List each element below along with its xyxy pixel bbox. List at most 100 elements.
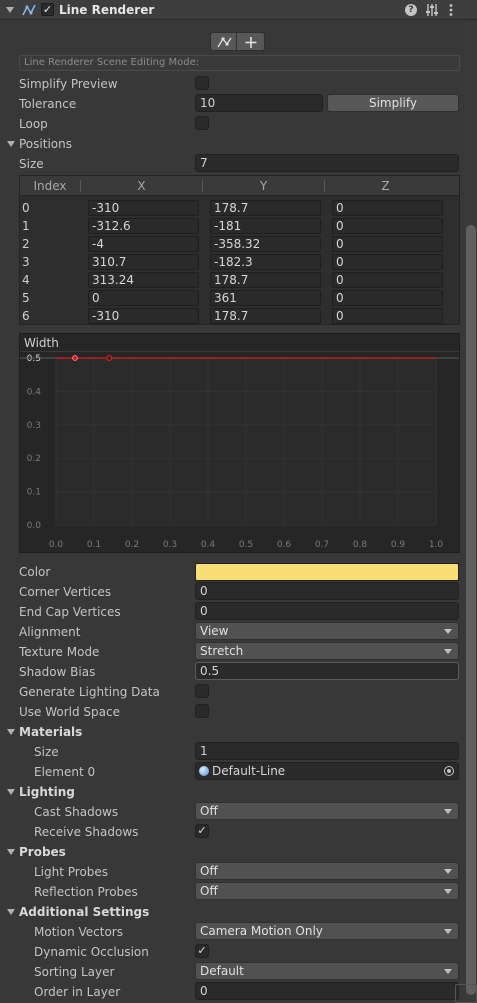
position-z-field[interactable]: 0	[332, 308, 443, 324]
additional-settings-foldout[interactable]: Additional Settings	[19, 902, 149, 922]
position-z-field[interactable]: 0	[332, 290, 443, 306]
end-cap-vertices-label: End Cap Vertices	[19, 605, 121, 619]
position-y-field[interactable]: -358.32	[210, 236, 321, 252]
column-header-z[interactable]: Z	[325, 176, 446, 196]
dynamic-occlusion-checkbox[interactable]: ✓	[195, 944, 209, 958]
position-z-field[interactable]: 0	[332, 254, 443, 270]
light-probes-label: Light Probes	[34, 865, 109, 879]
positions-table: Index X Y Z 0 -310 178.7 0 1 -312.6 -181…	[19, 175, 460, 325]
motion-vectors-dropdown[interactable]: Camera Motion Only	[195, 922, 459, 940]
material-icon	[199, 766, 209, 776]
generate-lighting-data-checkbox[interactable]	[195, 684, 209, 698]
help-icon[interactable]: ?	[405, 4, 417, 16]
position-y-field[interactable]: 178.7	[210, 200, 321, 216]
tolerance-field[interactable]: 10	[195, 94, 323, 112]
context-menu-icon[interactable]	[448, 3, 454, 17]
position-y-field[interactable]: 361	[210, 290, 321, 306]
simplify-button[interactable]: Simplify	[327, 94, 459, 112]
table-row[interactable]: 3 310.7 -182.3 0	[20, 253, 459, 271]
lighting-foldout[interactable]: Lighting	[19, 782, 75, 802]
position-z-field[interactable]: 0	[332, 218, 443, 234]
cast-shadows-value: Off	[200, 804, 218, 818]
curve-x-tick-label: 0.9	[391, 540, 406, 550]
collapse-triangle-icon[interactable]	[6, 7, 14, 13]
end-cap-vertices-field[interactable]: 0	[195, 602, 459, 620]
light-probes-value: Off	[200, 864, 218, 878]
column-header-x[interactable]: X	[81, 176, 202, 196]
table-row[interactable]: 1 -312.6 -181 0	[20, 217, 459, 235]
position-y-field[interactable]: -182.3	[210, 254, 321, 270]
materials-foldout[interactable]: Materials	[19, 722, 82, 742]
position-x-field[interactable]: -310	[88, 308, 199, 324]
position-x-field[interactable]: -4	[88, 236, 199, 252]
edit-points-button[interactable]	[210, 32, 237, 51]
column-header-index[interactable]: Index	[20, 176, 80, 196]
texture-mode-dropdown[interactable]: Stretch	[195, 642, 459, 660]
probes-foldout[interactable]: Probes	[19, 842, 66, 862]
preset-icon[interactable]	[425, 3, 439, 17]
position-x-field[interactable]: 313.24	[88, 272, 199, 288]
positions-foldout-arrow[interactable]	[7, 141, 15, 147]
order-in-layer-field[interactable]: 0	[195, 982, 459, 1000]
materials-size-field[interactable]: 1	[195, 742, 459, 760]
curve-key[interactable]	[72, 355, 78, 361]
curve-key[interactable]	[106, 354, 113, 362]
material-element-0-field[interactable]: Default-Line	[195, 762, 459, 780]
sorting-layer-dropdown[interactable]: Default	[195, 962, 459, 980]
reflection-probes-dropdown[interactable]: Off	[195, 882, 459, 900]
position-x-field[interactable]: -312.6	[88, 218, 199, 234]
component-enabled-checkbox[interactable]: ✓	[41, 3, 54, 16]
width-curve-graph[interactable]: 0.0 0.1 0.2 0.3 0.4 0.5 0.6 0.7 0.8 0.9 1.0 0.5 0.4 0…	[20, 352, 459, 552]
create-points-button[interactable]	[237, 32, 265, 51]
position-y-field[interactable]: 178.7	[210, 308, 321, 324]
positions-foldout[interactable]: Positions	[19, 134, 72, 154]
table-row[interactable]: 4 313.24 178.7 0	[20, 271, 459, 289]
position-y-field[interactable]: 178.7	[210, 272, 321, 288]
object-picker-icon[interactable]	[444, 766, 454, 776]
receive-shadows-checkbox[interactable]: ✓	[195, 824, 209, 838]
column-header-y[interactable]: Y	[203, 176, 324, 196]
cast-shadows-dropdown[interactable]: Off	[195, 802, 459, 820]
lighting-foldout-arrow[interactable]	[7, 789, 15, 795]
motion-vectors-value: Camera Motion Only	[200, 924, 323, 938]
probes-foldout-arrow[interactable]	[7, 849, 15, 855]
table-row[interactable]: 6 -310 178.7 0	[20, 307, 459, 325]
table-row[interactable]: 0 -310 178.7 0	[20, 199, 459, 217]
position-x-field[interactable]: -310	[88, 200, 199, 216]
position-x-field[interactable]: 0	[88, 290, 199, 306]
scene-editing-mode-label: Line Renderer Scene Editing Mode:	[24, 57, 200, 68]
color-swatch[interactable]	[195, 563, 459, 581]
loop-checkbox[interactable]	[195, 116, 209, 130]
resize-handle[interactable]	[455, 984, 477, 1003]
row-index: 4	[22, 273, 30, 287]
positions-size-field[interactable]: 7	[195, 154, 459, 172]
curve-x-tick-label: 0.6	[277, 540, 292, 550]
material-element-0-value: Default-Line	[212, 764, 286, 778]
curve-y-tick-label: 0.0	[27, 521, 42, 531]
alignment-value: View	[200, 624, 229, 638]
additional-settings-foldout-arrow[interactable]	[7, 909, 15, 915]
use-world-space-label: Use World Space	[19, 705, 121, 719]
chevron-down-icon	[444, 889, 452, 894]
corner-vertices-field[interactable]: 0	[195, 582, 459, 600]
curve-x-tick-label: 0.0	[49, 540, 64, 550]
sorting-layer-value: Default	[200, 964, 244, 978]
simplify-preview-checkbox[interactable]	[195, 76, 209, 90]
shadow-bias-field[interactable]: 0.5	[195, 662, 459, 680]
light-probes-dropdown[interactable]: Off	[195, 862, 459, 880]
position-y-field[interactable]: -181	[210, 218, 321, 234]
table-row[interactable]: 2 -4 -358.32 0	[20, 235, 459, 253]
materials-foldout-arrow[interactable]	[7, 729, 15, 735]
position-z-field[interactable]: 0	[332, 272, 443, 288]
alignment-dropdown[interactable]: View	[195, 622, 459, 640]
position-x-field[interactable]: 310.7	[88, 254, 199, 270]
use-world-space-checkbox[interactable]	[195, 704, 209, 718]
width-curve-editor[interactable]: Width 0.0 0.1 0.2 0.3 0.4 0.5 0.6 0.7 0.8 0.9 1.0 0…	[19, 333, 460, 553]
table-row[interactable]: 5 0 361 0	[20, 289, 459, 307]
chevron-down-icon	[444, 649, 452, 654]
scrollbar-thumb[interactable]	[466, 225, 476, 995]
position-z-field[interactable]: 0	[332, 236, 443, 252]
simplify-preview-label: Simplify Preview	[19, 77, 118, 91]
curve-x-tick-label: 0.2	[125, 540, 139, 550]
position-z-field[interactable]: 0	[332, 200, 443, 216]
